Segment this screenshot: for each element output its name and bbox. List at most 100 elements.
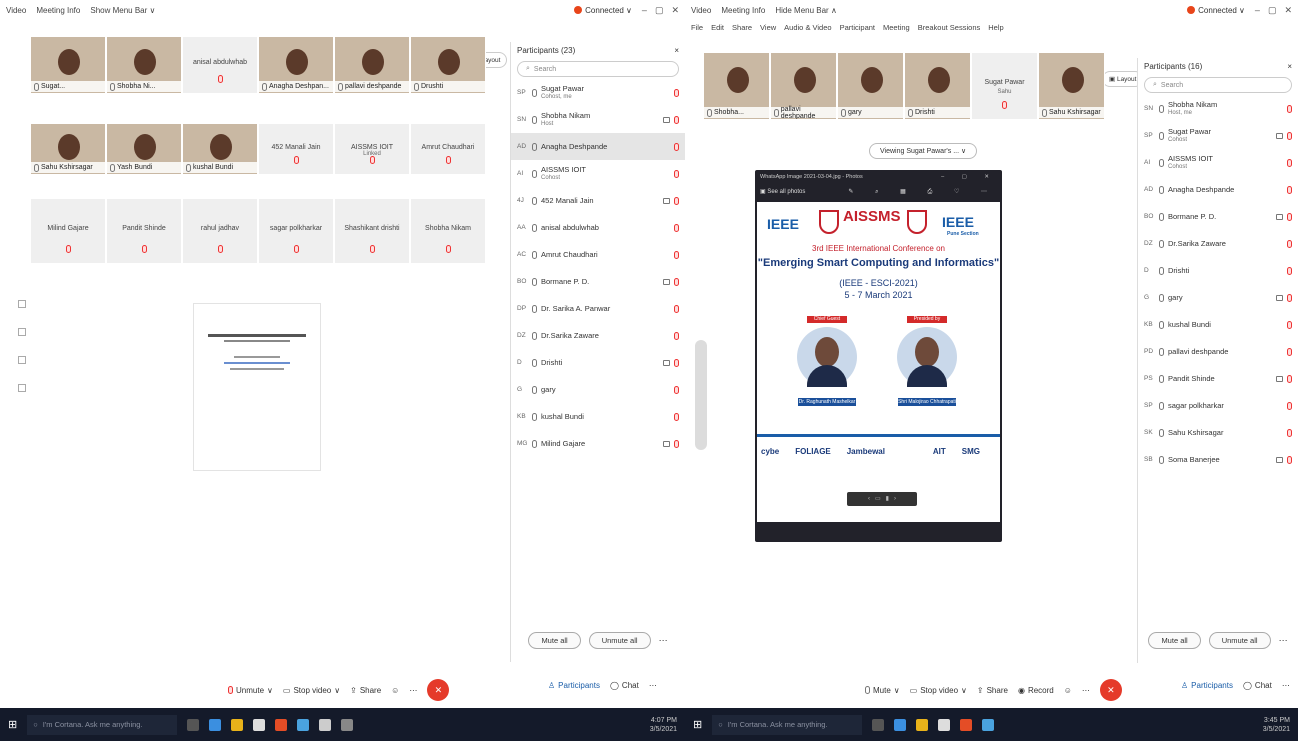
participant-row[interactable]: AI AISSMS IOIT Cohost	[1138, 149, 1298, 176]
system-tray[interactable]: 3:45 PM 3/5/2021	[1263, 716, 1290, 734]
video-tile[interactable]: Sugat Pawar Sahu	[971, 52, 1038, 120]
participant-row[interactable]: Ggary	[511, 376, 685, 403]
more-panels-icon[interactable]: ⋯	[649, 681, 657, 690]
firefox-icon[interactable]	[960, 718, 973, 731]
more-icon[interactable]: ⋯	[1279, 635, 1288, 646]
file-explorer-icon[interactable]	[916, 718, 929, 731]
menu-item[interactable]: Breakout Sessions	[918, 23, 981, 32]
minimize-icon[interactable]: –	[642, 5, 647, 16]
video-tile[interactable]: Yash Bundi	[106, 123, 182, 175]
video-tile[interactable]: Milind Gajare	[30, 198, 106, 264]
participant-row[interactable]: 4J 452 Manali Jain	[511, 187, 685, 214]
chrome-icon[interactable]	[297, 718, 310, 731]
store-icon[interactable]	[253, 718, 266, 731]
app-icon[interactable]	[319, 718, 332, 731]
video-tile[interactable]: Anagha Deshpan...	[258, 36, 334, 94]
more-panels-icon[interactable]: ⋯	[1282, 681, 1290, 690]
video-menu[interactable]: Video	[6, 6, 26, 15]
menu-item[interactable]: Audio & Video	[784, 23, 831, 32]
video-tile[interactable]: anisal abdulwhab	[182, 36, 258, 94]
menu-item[interactable]: View	[760, 23, 776, 32]
file-explorer-icon[interactable]	[231, 718, 244, 731]
participant-row[interactable]: DZ Dr.Sarika Zaware	[511, 322, 685, 349]
participant-row[interactable]: MG Milind Gajare	[511, 430, 685, 457]
participant-row[interactable]: AC Amrut Chaudhari	[511, 241, 685, 268]
video-tile[interactable]: Shobha Nikam	[410, 198, 486, 264]
close-panel-icon[interactable]: ×	[1287, 62, 1292, 71]
participant-row[interactable]: SN Shobha Nikam Host, me	[1138, 95, 1298, 122]
unmute-all-button[interactable]: Unmute all	[588, 632, 651, 649]
unmute-button[interactable]: Unmute ∨	[228, 686, 273, 695]
video-tile[interactable]: Shobha Ni...	[106, 36, 182, 94]
mute-button[interactable]: Mute ∨	[865, 686, 900, 695]
app-icon[interactable]	[341, 718, 354, 731]
share-button[interactable]: ⇪ Share	[350, 686, 381, 695]
cortana-search-input[interactable]: ○ I'm Cortana. Ask me anything.	[712, 714, 863, 735]
record-button[interactable]: ◉ Record	[1018, 686, 1054, 695]
edge-icon[interactable]	[209, 718, 222, 731]
connection-status[interactable]: Connected ∨	[574, 6, 632, 15]
participants-button[interactable]: ♙ Participants	[548, 681, 600, 690]
photo-nav-controls[interactable]: ‹ ▭ ▮ ›	[847, 492, 917, 506]
video-menu[interactable]: Video	[691, 6, 711, 15]
leave-meeting-button[interactable]: ✕	[1099, 679, 1122, 701]
chat-button[interactable]: ◯ Chat	[1243, 681, 1272, 690]
participant-row[interactable]: SN Shobha Nikam Host	[511, 106, 685, 133]
participant-row[interactable]: KB kushal Bundi	[1138, 311, 1298, 338]
video-tile[interactable]: pallavi deshpande	[770, 52, 837, 120]
participant-row[interactable]: D Drishti	[1138, 257, 1298, 284]
participant-row[interactable]: Ggary	[1138, 284, 1298, 311]
video-tile[interactable]: sagar polkharkar	[258, 198, 334, 264]
meeting-info-menu[interactable]: Meeting Info	[721, 6, 765, 15]
task-view-icon[interactable]	[872, 718, 885, 731]
stop-video-button[interactable]: ▭ Stop video ∨	[283, 686, 340, 695]
participant-row[interactable]: D Drishti	[511, 349, 685, 376]
windows-start-icon[interactable]: ⊞	[693, 718, 702, 731]
video-tile[interactable]: Sahu Kshirsagar	[1038, 52, 1105, 120]
maximize-icon[interactable]: ▢	[1268, 5, 1277, 16]
participant-row[interactable]: KB kushal Bundi	[511, 403, 685, 430]
participant-row[interactable]: PD pallavi deshpande	[1138, 338, 1298, 365]
participants-button[interactable]: ♙ Participants	[1181, 681, 1233, 690]
reactions-icon[interactable]: ☺	[391, 686, 399, 695]
participant-row[interactable]: BO Bormane P. D.	[1138, 203, 1298, 230]
menu-item[interactable]: Help	[988, 23, 1003, 32]
participant-row[interactable]: DZ Dr.Sarika Zaware	[1138, 230, 1298, 257]
video-tile[interactable]: Drishti	[904, 52, 971, 120]
show-menu-bar[interactable]: Show Menu Bar ∨	[90, 6, 155, 15]
more-options-icon[interactable]: ⋯	[1082, 686, 1090, 695]
participant-row[interactable]: PS Pandit Shinde	[1138, 365, 1298, 392]
participants-search-input[interactable]: ⌕ Search	[517, 61, 679, 77]
participant-row[interactable]: SP Sugat Pawar Cohost, me	[511, 79, 685, 106]
minimize-icon[interactable]: –	[1255, 5, 1260, 16]
participants-search-input[interactable]: ⌕ Search	[1144, 77, 1292, 93]
menu-item[interactable]: Meeting	[883, 23, 910, 32]
video-tile[interactable]: kushal Bundi	[182, 123, 258, 175]
windows-start-icon[interactable]: ⊞	[8, 718, 17, 731]
video-tile[interactable]: Sahu Kshirsagar	[30, 123, 106, 175]
close-icon[interactable]: ✕	[1284, 5, 1292, 16]
participant-row[interactable]: SP Sugat Pawar Cohost	[1138, 122, 1298, 149]
video-tile[interactable]: Sugat...	[30, 36, 106, 94]
video-tile[interactable]: Shobha...	[703, 52, 770, 120]
mute-all-button[interactable]: Mute all	[528, 632, 581, 649]
participant-row[interactable]: SB Soma Banerjee	[1138, 446, 1298, 473]
system-tray[interactable]: 4:07 PM 3/5/2021	[650, 716, 677, 734]
reactions-icon[interactable]: ☺	[1064, 686, 1072, 695]
participant-row[interactable]: SP sagar polkharkar	[1138, 392, 1298, 419]
video-tile[interactable]: Pandit Shinde	[106, 198, 182, 264]
edge-icon[interactable]	[894, 718, 907, 731]
maximize-icon[interactable]: ▢	[655, 5, 664, 16]
video-tile[interactable]: 452 Manali Jain	[258, 123, 334, 175]
participant-row[interactable]: AA anisal abdulwhab	[511, 214, 685, 241]
participant-row[interactable]: SK Sahu Kshirsagar	[1138, 419, 1298, 446]
menu-item[interactable]: Share	[732, 23, 752, 32]
viewing-share-dropdown[interactable]: Viewing Sugat Pawar's ... ∨	[869, 143, 978, 159]
participant-row[interactable]: DP Dr. Sarika A. Panwar	[511, 295, 685, 322]
task-view-icon[interactable]	[187, 718, 200, 731]
store-icon[interactable]	[938, 718, 951, 731]
menu-item[interactable]: File	[691, 23, 703, 32]
video-tile[interactable]: AISSMS IOIT Linked	[334, 123, 410, 175]
video-tile[interactable]: Amrut Chaudhari	[410, 123, 486, 175]
share-button[interactable]: ⇪ Share	[977, 686, 1008, 695]
